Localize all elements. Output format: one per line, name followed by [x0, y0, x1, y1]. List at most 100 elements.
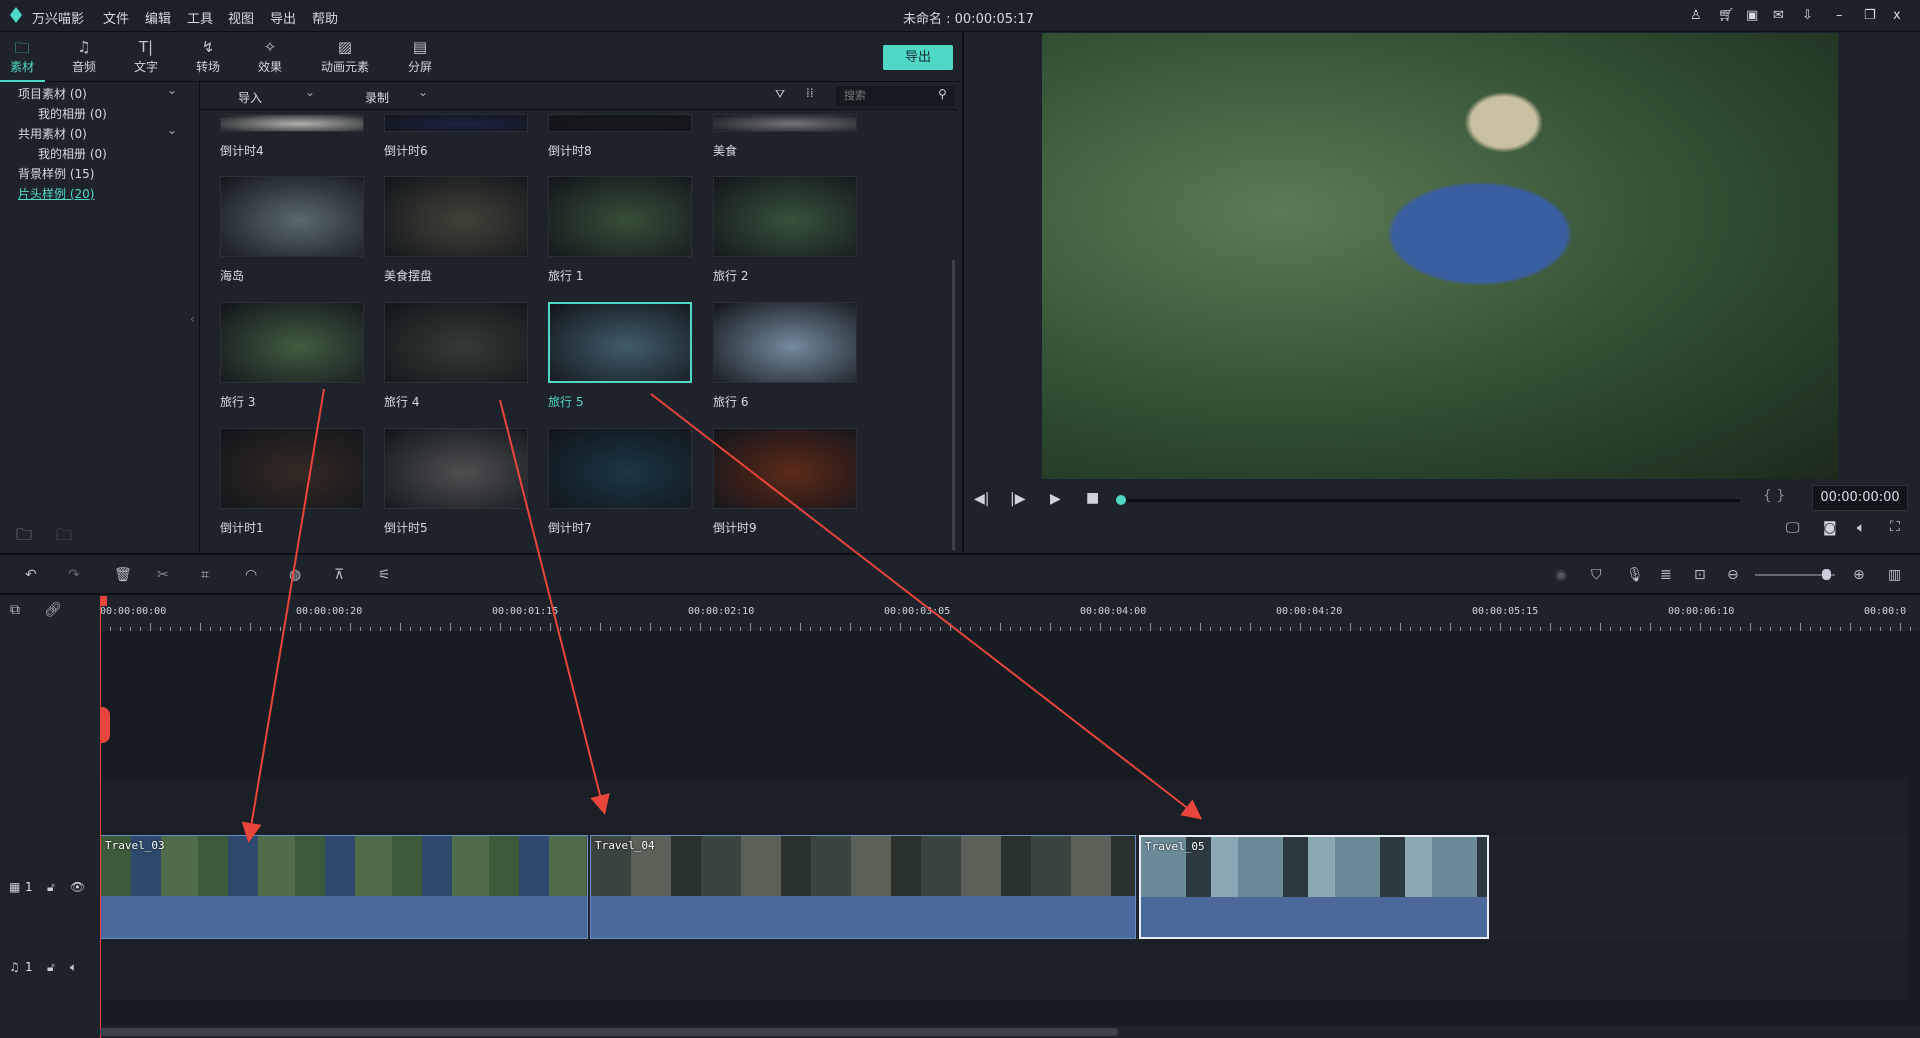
redo-icon[interactable]: ↷: [68, 567, 80, 583]
search-input[interactable]: [836, 86, 954, 106]
layout-icon[interactable]: ▥: [1888, 567, 1901, 583]
undo-icon[interactable]: ↶: [25, 567, 37, 583]
media-thumbnail[interactable]: [548, 428, 692, 509]
previous-frame-icon[interactable]: ◀|: [974, 491, 989, 507]
tab-transition[interactable]: ↯ 转场: [183, 38, 233, 75]
grid-view-icon[interactable]: ⁞⁞: [806, 86, 814, 100]
play-icon[interactable]: ▶: [1050, 491, 1061, 507]
zoom-slider-handle[interactable]: [1822, 569, 1831, 580]
media-thumbnail[interactable]: [220, 428, 364, 509]
chevron-down-icon[interactable]: ⌄: [418, 85, 428, 99]
fit-timeline-icon[interactable]: ⊡: [1694, 567, 1706, 583]
media-thumbnail[interactable]: [220, 114, 364, 132]
media-scrollbar[interactable]: [952, 260, 955, 550]
green-screen-icon[interactable]: ⊼: [334, 567, 344, 583]
volume-icon[interactable]: 🔈︎: [1857, 520, 1865, 536]
mute-icon[interactable]: 🔈︎: [70, 960, 77, 975]
speed-icon[interactable]: ◠: [245, 567, 257, 583]
timeline-scrollbar[interactable]: [100, 1028, 1118, 1036]
snapshot-icon[interactable]: ◙: [1823, 520, 1837, 536]
media-thumbnail[interactable]: [384, 302, 528, 383]
cart-icon[interactable]: 🛒︎: [1718, 8, 1735, 23]
playhead[interactable]: [100, 596, 101, 1038]
record-dropdown[interactable]: 录制: [365, 89, 389, 106]
sidebar-item-intros[interactable]: 片头样例 (20): [18, 185, 94, 202]
media-thumbnail[interactable]: [548, 176, 692, 257]
restore-icon[interactable]: ❐: [1864, 8, 1876, 23]
sidebar-item-project-media[interactable]: 项目素材 (0): [18, 85, 87, 102]
lock-icon[interactable]: 🔓︎: [47, 880, 55, 895]
tab-text[interactable]: T| 文字: [121, 38, 171, 75]
playhead-marker[interactable]: [100, 707, 110, 743]
delete-folder-icon[interactable]: 🗀: [56, 524, 72, 551]
lock-icon[interactable]: 🔓︎: [47, 960, 55, 975]
marker-icon[interactable]: ⛉: [1591, 567, 1602, 583]
timeline-clip[interactable]: Travel_03: [100, 835, 588, 939]
menu-view[interactable]: 视图: [228, 8, 254, 27]
stop-icon[interactable]: ■: [1086, 490, 1099, 506]
adjust-icon[interactable]: ⚟: [378, 567, 391, 583]
media-thumbnail[interactable]: [713, 114, 857, 132]
collapse-panel-icon[interactable]: ‹: [190, 312, 195, 326]
chevron-down-icon[interactable]: ⌄: [167, 83, 177, 97]
download-icon[interactable]: ⇩: [1802, 8, 1813, 23]
filter-icon[interactable]: ⛛: [775, 87, 785, 102]
import-dropdown[interactable]: 导入: [238, 89, 262, 106]
sidebar-item-backgrounds[interactable]: 背景样例 (15): [18, 165, 94, 182]
zoom-out-icon[interactable]: ⊖: [1727, 567, 1739, 583]
crop-icon[interactable]: ⌗: [201, 567, 209, 583]
display-settings-icon[interactable]: 🖵: [1786, 520, 1800, 536]
chevron-down-icon[interactable]: ⌄: [167, 123, 177, 137]
link-icon[interactable]: 🔗︎: [44, 602, 62, 618]
timeline-ruler[interactable]: 00:00:00:00 00:00:00:20 00:00:01:15 00:00:0…: [100, 596, 1920, 631]
color-icon[interactable]: ◍: [289, 567, 301, 583]
new-folder-icon[interactable]: 🗀: [16, 524, 32, 551]
menu-file[interactable]: 文件: [103, 8, 129, 27]
menu-help[interactable]: 帮助: [312, 8, 338, 27]
render-icon[interactable]: ◉: [1555, 567, 1567, 583]
delete-icon[interactable]: 🗑︎: [114, 567, 132, 583]
close-icon[interactable]: x: [1893, 8, 1901, 23]
cut-icon[interactable]: ✂: [157, 567, 169, 583]
timeline-clip[interactable]: Travel_04: [590, 835, 1136, 939]
media-thumbnail[interactable]: [548, 114, 692, 132]
media-thumbnail[interactable]: [220, 176, 364, 257]
timeline-clip-selected[interactable]: Travel_05: [1139, 835, 1489, 939]
menu-edit[interactable]: 编辑: [145, 8, 171, 27]
media-thumbnail[interactable]: [713, 176, 857, 257]
tab-splitscreen[interactable]: ▤ 分屏: [395, 38, 445, 75]
tab-elements[interactable]: ▨ 动画元素: [314, 38, 376, 75]
sidebar-item-shared-media[interactable]: 共用素材 (0): [18, 125, 87, 142]
menu-export[interactable]: 导出: [270, 8, 296, 27]
voiceover-icon[interactable]: ≣: [1660, 567, 1672, 583]
eye-icon[interactable]: 👁︎: [70, 880, 85, 894]
mark-in-out-icon[interactable]: { }: [1763, 488, 1785, 504]
chevron-down-icon[interactable]: ⌄: [305, 85, 315, 99]
media-thumbnail[interactable]: [384, 114, 528, 132]
fullscreen-icon[interactable]: ⛶: [1890, 519, 1900, 535]
mail-icon[interactable]: ✉: [1773, 8, 1784, 23]
preview-progress-handle[interactable]: [1116, 495, 1126, 505]
media-thumbnail[interactable]: [548, 302, 692, 383]
save-icon[interactable]: ▣: [1746, 8, 1758, 23]
media-thumbnail[interactable]: [713, 428, 857, 509]
export-button[interactable]: 导出: [883, 45, 953, 70]
next-frame-icon[interactable]: |▶: [1010, 491, 1025, 507]
tab-effects[interactable]: ✧ 效果: [245, 38, 295, 75]
tab-media[interactable]: 🗀 素材: [0, 38, 47, 82]
menu-tools[interactable]: 工具: [187, 8, 213, 27]
microphone-icon[interactable]: 🎙︎: [1626, 567, 1644, 583]
media-thumbnail[interactable]: [220, 302, 364, 383]
add-track-icon[interactable]: ⧉: [10, 602, 20, 618]
media-thumbnail[interactable]: [713, 302, 857, 383]
search-icon[interactable]: ⚲: [938, 87, 947, 101]
media-thumbnail[interactable]: [384, 428, 528, 509]
minimize-icon[interactable]: –: [1836, 8, 1843, 23]
preview-progress-bar[interactable]: [1120, 499, 1740, 502]
sidebar-item-my-album-shared[interactable]: 我的相册 (0): [38, 145, 107, 162]
user-icon[interactable]: ♙: [1690, 8, 1702, 23]
tab-audio[interactable]: ♫ 音频: [59, 38, 109, 75]
zoom-in-icon[interactable]: ⊕: [1853, 567, 1865, 583]
sidebar-item-my-album[interactable]: 我的相册 (0): [38, 105, 107, 122]
playhead-handle[interactable]: [100, 596, 107, 606]
